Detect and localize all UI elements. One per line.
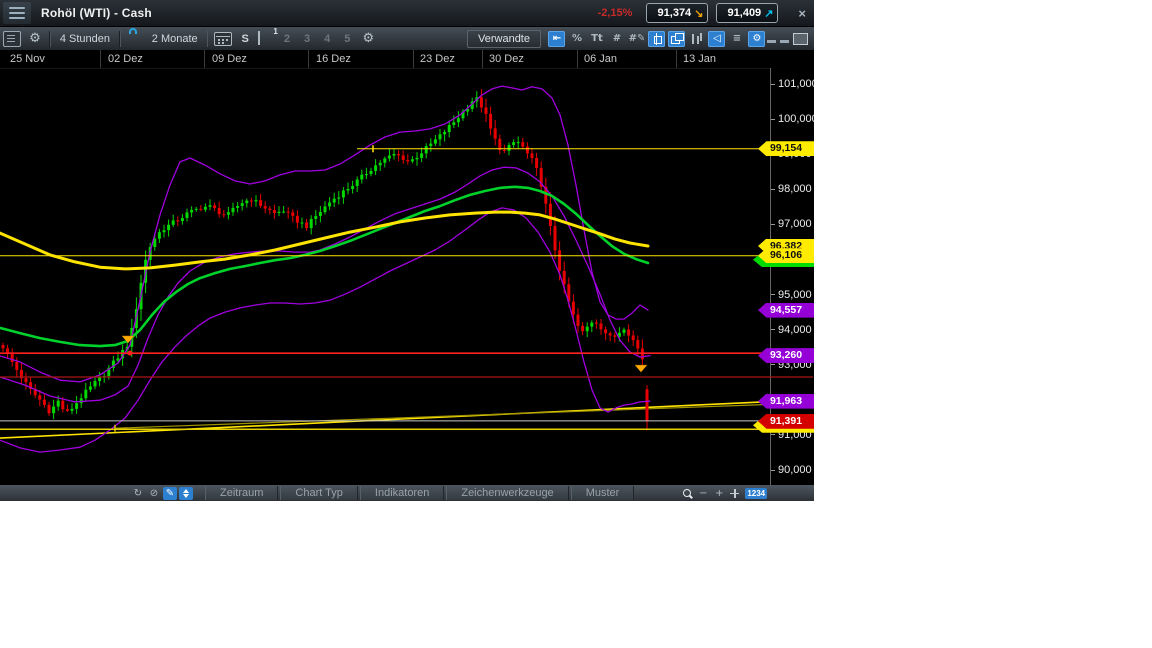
buy-button[interactable]: 91,409 ↗ <box>716 3 779 23</box>
text-annotation-icon[interactable]: Tt <box>588 31 605 47</box>
draw-pencil-icon[interactable]: ✎ <box>163 486 177 500</box>
disable-icon[interactable]: ⊘ <box>147 487 161 500</box>
price-up-icon: ↗ <box>764 7 774 20</box>
close-icon[interactable]: × <box>798 6 806 21</box>
date-label: 13 Jan <box>683 53 717 65</box>
price-tick-label: 98,000 <box>778 183 812 196</box>
date-separator <box>676 50 677 68</box>
minimized-window-icon[interactable] <box>780 39 789 43</box>
sell-price: 91,374 <box>657 7 692 19</box>
bottom-button-muster[interactable]: Muster <box>570 486 635 500</box>
price-tick <box>770 223 775 225</box>
price-tick <box>770 329 775 331</box>
price-badge: 93,260 <box>758 348 814 364</box>
price-tick <box>770 118 775 120</box>
bottom-toolbar: ↻ ⊘ ✎ Zeitraum Chart Typ Indikatoren Zeiche… <box>0 485 814 501</box>
crosshair-icon[interactable] <box>728 487 742 500</box>
bottom-button-chart-typ[interactable]: Chart Typ <box>280 486 358 500</box>
price-tick <box>770 434 775 436</box>
panels-icon[interactable] <box>668 30 686 47</box>
values-display-icon[interactable]: 1234 <box>745 487 768 499</box>
layout-slot-5[interactable]: 5 <box>337 33 357 45</box>
price-tick-label: 90,000 <box>778 464 812 476</box>
date-separator <box>577 50 578 68</box>
window-title: Rohöl (WTI) - Cash <box>41 6 152 20</box>
price-tick <box>770 469 775 471</box>
tool-icon-strip: ⇤% Tt # #✎ ◁ ≡ ⚙ <box>547 30 767 47</box>
bottom-button-indikatoren[interactable]: Indikatoren <box>359 486 445 500</box>
bottom-button-zeichenwerkzeuge[interactable]: Zeichenwerkzeuge <box>446 486 569 500</box>
restore-window-icon[interactable] <box>793 32 808 45</box>
menu-icon[interactable] <box>3 2 31 24</box>
sell-button[interactable]: 91,374 ↘ <box>646 3 709 23</box>
ohlc-type-icon[interactable] <box>688 31 705 47</box>
price-badge: 91,963 <box>758 393 814 409</box>
price-tick <box>770 364 775 366</box>
price-tick-label: 95,000 <box>778 288 812 301</box>
buy-price: 91,409 <box>727 7 762 19</box>
date-separator <box>482 50 483 68</box>
watchlist-icon[interactable] <box>3 30 21 47</box>
price-tick-label: 97,000 <box>778 218 812 231</box>
date-label: 09 Dez <box>212 53 247 65</box>
price-badge: 94,557 <box>758 302 814 318</box>
layout-slot-3[interactable]: 3 <box>297 33 317 45</box>
chart-toolbar: ⚙ 4 Stunden 2 Monate S 1 2345 ⚙ Verwandt… <box>0 27 814 50</box>
rows-icon[interactable]: ≡ <box>728 31 745 47</box>
date-axis[interactable]: 25 Nov 02 Dez 09 Dez 16 Dez 23 Dez 30 Dez 06 J… <box>0 50 814 69</box>
window-header: Rohöl (WTI) - Cash -2,15% 91,374 ↘ 91,40… <box>0 0 814 27</box>
price-tick-label: 100,000 <box>778 113 814 126</box>
date-label: 23 Dez <box>420 53 455 65</box>
price-tick <box>770 188 775 190</box>
gear-draw-icon[interactable]: ⚙ <box>748 30 766 47</box>
interval-dropdown[interactable]: 4 Stunden <box>54 33 116 45</box>
bottom-button-zeitraum[interactable]: Zeitraum <box>205 486 279 500</box>
zoom-in-icon[interactable]: + <box>712 487 726 500</box>
change-percent: -2,15% <box>597 7 633 19</box>
date-separator <box>413 50 414 68</box>
price-tick-label: 101,000 <box>778 78 814 90</box>
date-separator <box>204 50 205 68</box>
grid-icon[interactable]: # <box>608 31 625 47</box>
range-dropdown[interactable]: 2 Monate <box>146 33 204 45</box>
eraser-icon[interactable]: ◁ <box>708 30 726 47</box>
date-separator <box>308 50 309 68</box>
price-tick <box>770 83 775 85</box>
candlestick-type-icon[interactable] <box>648 30 666 47</box>
percent-icon[interactable]: % <box>568 31 585 47</box>
date-label: 25 Nov <box>10 53 45 65</box>
chart-settings-gear-icon[interactable]: ⚙ <box>360 31 376 46</box>
price-tick <box>770 294 775 296</box>
zoom-icon[interactable] <box>680 487 694 500</box>
chart-window: Rohöl (WTI) - Cash -2,15% 91,374 ↘ 91,40… <box>0 0 814 501</box>
date-label: 06 Jan <box>584 53 618 65</box>
related-button[interactable]: Verwandte <box>467 29 541 48</box>
price-down-icon: ↘ <box>694 7 704 20</box>
date-separator <box>100 50 101 68</box>
layout-1-button[interactable]: 1 <box>257 27 278 45</box>
compare-icon[interactable]: ⇤ <box>548 30 566 47</box>
minimized-window-icon[interactable] <box>767 39 776 43</box>
window-controls <box>767 32 808 45</box>
sort-arrows-icon[interactable] <box>179 486 193 500</box>
price-badge: 91,391 <box>758 413 814 429</box>
price-badge: 99,154 <box>758 141 814 157</box>
date-label: 16 Dez <box>316 53 351 65</box>
layout-slot-2[interactable]: 2 <box>277 33 297 45</box>
price-badge: 96,106 <box>758 248 814 264</box>
date-label: 30 Dez <box>489 53 524 65</box>
refresh-icon[interactable]: ↻ <box>131 487 145 500</box>
style-s-button[interactable]: S <box>235 33 254 45</box>
candlestick-chart[interactable] <box>0 0 814 501</box>
zoom-out-icon[interactable]: − <box>696 487 710 500</box>
date-label: 02 Dez <box>108 53 143 65</box>
layout-slot-4[interactable]: 4 <box>317 33 337 45</box>
price-tick-label: 94,000 <box>778 323 812 336</box>
settings-gear-icon[interactable]: ⚙ <box>27 31 43 46</box>
grid-draw-icon[interactable]: #✎ <box>628 31 646 47</box>
calendar-icon[interactable] <box>214 32 233 46</box>
layout-slot-group: 2345 <box>277 33 358 45</box>
